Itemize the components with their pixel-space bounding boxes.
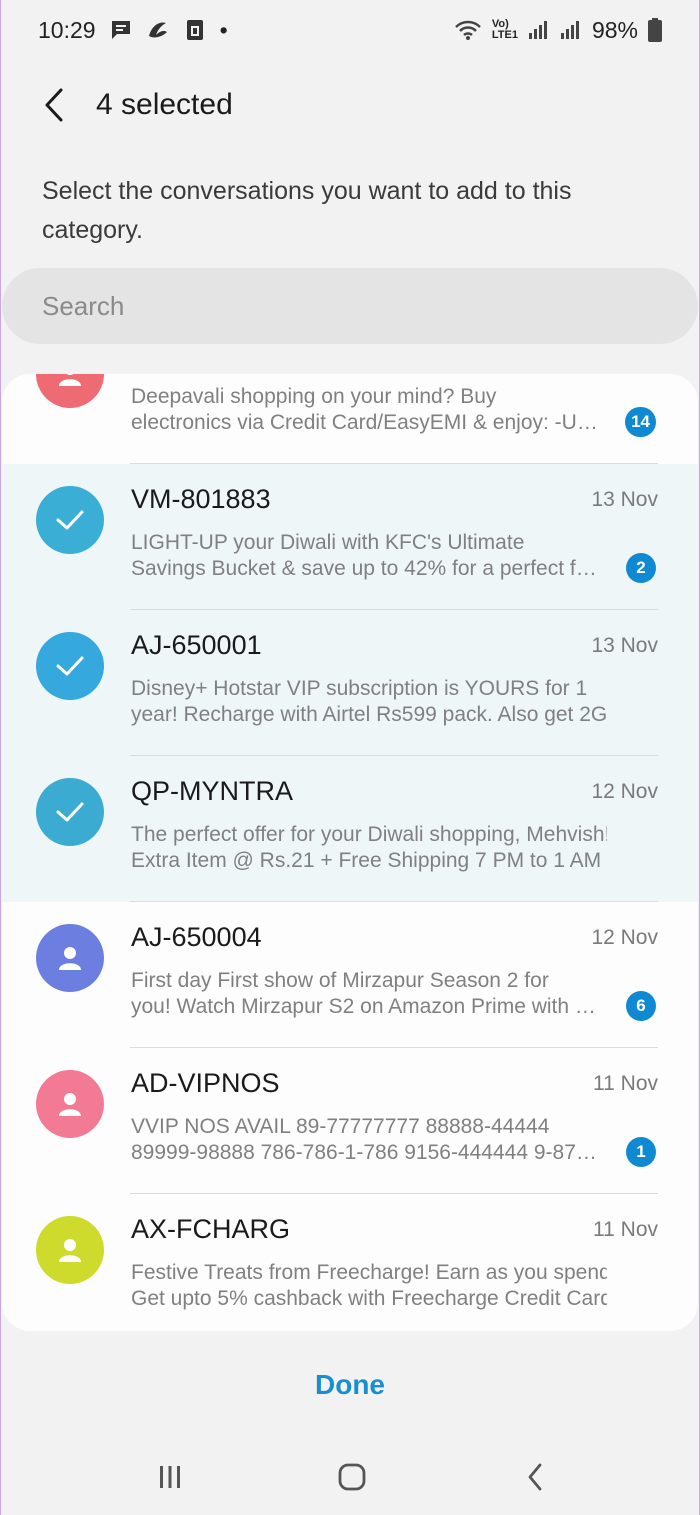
battery-percent: 98% <box>591 16 638 43</box>
instructions-text: Select the conversations you want to add… <box>42 177 572 244</box>
status-bar: 10:29 • Vo) LTE1 98% <box>0 0 700 60</box>
network-type-label: Vo) LTE1 <box>491 18 518 41</box>
message-icon <box>110 19 132 41</box>
search-bar[interactable] <box>2 268 698 344</box>
status-time: 10:29 <box>38 16 96 43</box>
nav-back-button[interactable] <box>510 1457 560 1497</box>
conversation-row[interactable]: QP-MYNTRA 12 Nov The perfect offer for you… <box>2 756 698 902</box>
preview-line: First day First show of Mirzapur Season … <box>131 969 549 992</box>
conversation-name: QP-MYNTRA <box>131 776 293 806</box>
check-icon <box>55 800 85 824</box>
conversation-name: AX-FCHARG <box>131 1214 291 1244</box>
conversation-row[interactable]: AJ-650001 13 Nov Disney+ Hotstar VIP subsc… <box>2 610 698 756</box>
selected-avatar[interactable] <box>36 632 104 700</box>
conversation-row[interactable]: AJ-650004 12 Nov First day First show of M… <box>2 902 698 1048</box>
notification-dot: • <box>219 16 228 43</box>
preview-line: Get upto 5% cashback with Freecharge Cre… <box>131 1287 607 1310</box>
person-icon <box>57 1091 83 1117</box>
conversation-row[interactable]: Deepavali shopping on your mind? Buy elec… <box>2 374 698 464</box>
battery-icon <box>648 18 662 42</box>
wifi-icon <box>454 19 482 41</box>
conversation-date: 12 Nov <box>591 780 658 803</box>
conversation-name: AJ-650004 <box>131 922 262 952</box>
conversation-name: AD-VIPNOS <box>131 1068 280 1098</box>
person-icon <box>57 945 83 971</box>
unread-badge: 2 <box>626 553 656 583</box>
conversation-preview: VVIP NOS AVAIL 89-77777777 88888-44444 89… <box>131 1114 607 1166</box>
unread-badge: 14 <box>625 407 656 437</box>
person-icon <box>57 1237 83 1263</box>
navigation-bar <box>0 1445 700 1505</box>
preview-line: VVIP NOS AVAIL 89-77777777 88888-44444 <box>131 1115 550 1138</box>
conversation-preview: First day First show of Mirzapur Season … <box>131 968 607 1020</box>
header: 4 selected <box>0 72 700 138</box>
signal-icon-2 <box>560 19 582 41</box>
preview-line: year! Recharge with Airtel Rs599 pack. A… <box>131 703 607 726</box>
sim-card-icon <box>184 18 206 42</box>
preview-line: Savings Bucket & save up to 42% for a pe… <box>131 557 597 580</box>
conversation-preview: Disney+ Hotstar VIP subscription is YOUR… <box>131 676 607 728</box>
conversation-preview: Festive Treats from Freecharge! Earn as … <box>131 1260 607 1312</box>
signal-icon <box>528 19 550 41</box>
preview-line: Disney+ Hotstar VIP subscription is YOUR… <box>131 677 588 700</box>
conversation-preview: Deepavali shopping on your mind? Buy elec… <box>131 384 607 436</box>
conversation-date: 11 Nov <box>593 1218 658 1241</box>
page-title: 4 selected <box>96 88 233 121</box>
back-icon <box>528 1463 542 1491</box>
recents-button[interactable] <box>145 1457 195 1497</box>
conversation-date: 12 Nov <box>591 926 658 949</box>
person-icon <box>57 374 83 387</box>
conversation-row[interactable]: AD-VIPNOS 11 Nov VVIP NOS AVAIL 89-7777777… <box>2 1048 698 1194</box>
preview-line: The perfect offer for your Diwali shoppi… <box>131 823 607 846</box>
check-icon <box>55 654 85 678</box>
preview-line: you! Watch Mirzapur S2 on Amazon Prime w… <box>131 995 596 1018</box>
selected-avatar[interactable] <box>36 486 104 554</box>
chevron-left-icon <box>45 88 63 122</box>
mail-app-icon <box>146 19 170 41</box>
done-button[interactable]: Done <box>250 1362 450 1408</box>
preview-line: Extra Item @ Rs.21 + Free Shipping 7 PM … <box>131 849 607 872</box>
conversation-preview: LIGHT-UP your Diwali with KFC's Ultimate… <box>131 530 607 582</box>
avatar[interactable] <box>36 374 104 408</box>
preview-line: LIGHT-UP your Diwali with KFC's Ultimate <box>131 531 525 554</box>
preview-line: Deepavali shopping on your mind? Buy <box>131 385 497 408</box>
preview-line: Festive Treats from Freecharge! Earn as … <box>131 1261 607 1284</box>
preview-line: 89999-98888 786-786-1-786 9156-444444 9-… <box>131 1141 597 1164</box>
conversation-date: 13 Nov <box>591 634 658 657</box>
avatar[interactable] <box>36 1070 104 1138</box>
conversation-date: 11 Nov <box>593 1072 658 1095</box>
preview-line: electronics via Credit Card/EasyEMI & en… <box>131 411 598 434</box>
conversation-list: Deepavali shopping on your mind? Buy elec… <box>2 374 698 1331</box>
conversation-row[interactable]: VM-801883 13 Nov LIGHT-UP your Diwali with… <box>2 464 698 610</box>
search-input[interactable] <box>42 290 642 322</box>
avatar[interactable] <box>36 1216 104 1284</box>
recents-icon <box>160 1466 180 1488</box>
conversation-name: AJ-650001 <box>131 630 262 660</box>
home-icon <box>338 1463 366 1491</box>
back-button[interactable] <box>34 80 74 130</box>
conversation-row[interactable]: AX-FCHARG 11 Nov Festive Treats from Freec… <box>2 1194 698 1331</box>
avatar[interactable] <box>36 924 104 992</box>
conversation-name: VM-801883 <box>131 484 271 514</box>
selected-avatar[interactable] <box>36 778 104 846</box>
unread-badge: 1 <box>626 1137 656 1167</box>
conversation-date: 13 Nov <box>591 488 658 511</box>
home-button[interactable] <box>327 1457 377 1497</box>
unread-badge: 6 <box>626 991 656 1021</box>
check-icon <box>55 508 85 532</box>
conversation-preview: The perfect offer for your Diwali shoppi… <box>131 822 607 874</box>
